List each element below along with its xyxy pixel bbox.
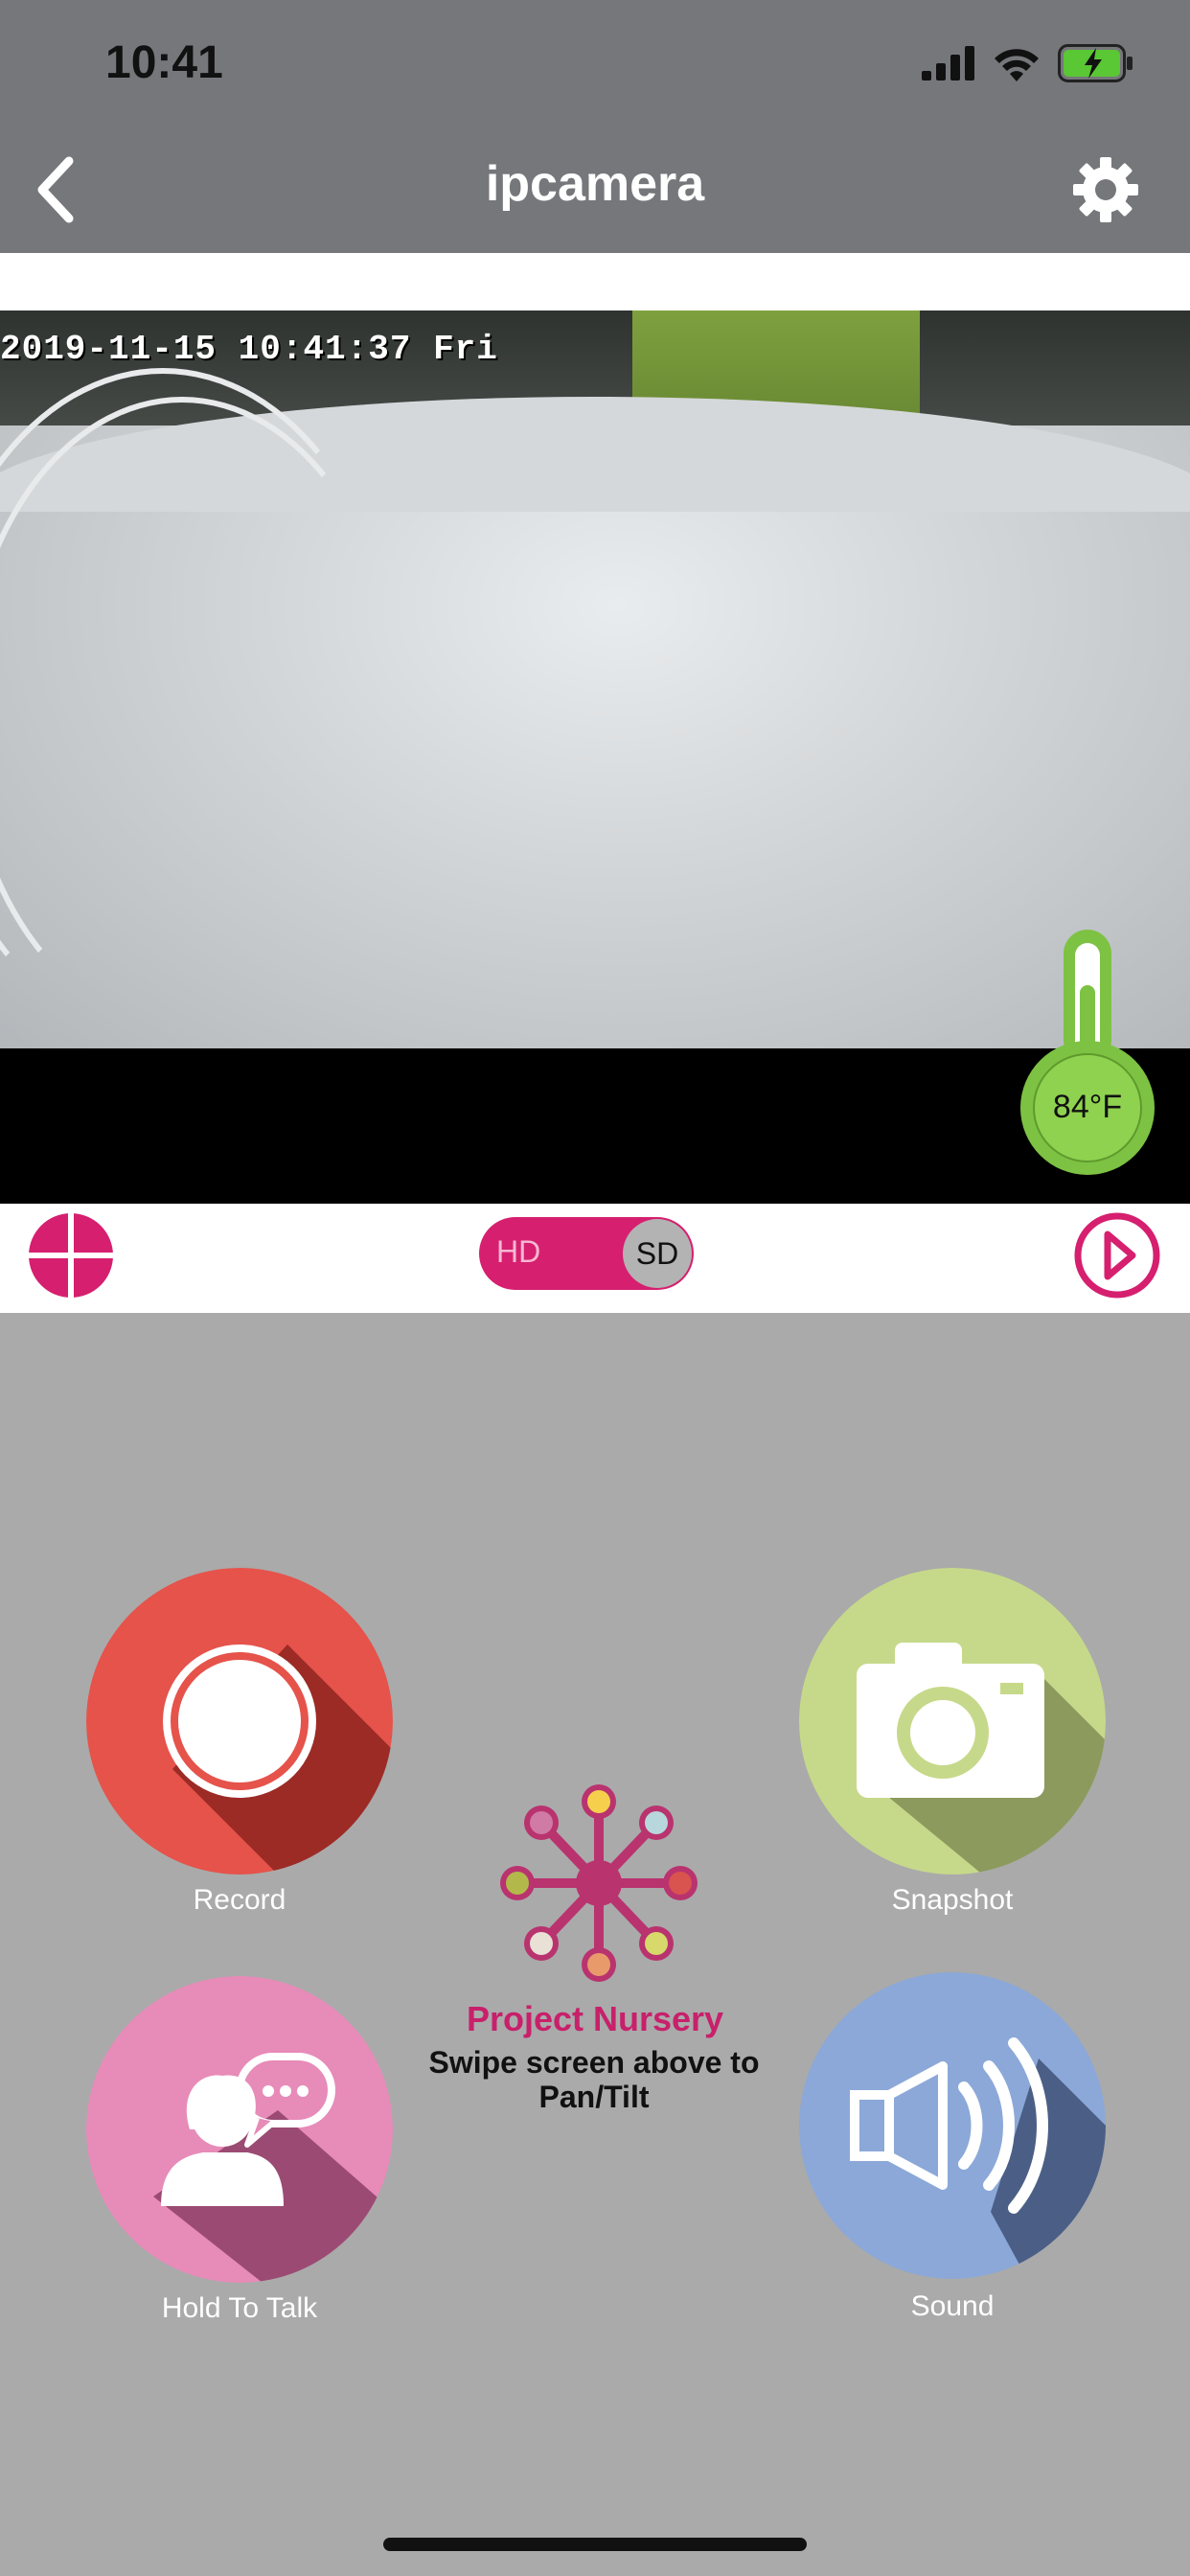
record-label: Record bbox=[193, 1884, 286, 1916]
camera-video-feed[interactable]: 2019-11-15 10:41:37 Fri bbox=[0, 310, 1190, 1048]
hd-sd-toggle[interactable]: HD SD bbox=[479, 1217, 694, 1290]
battery-charging-icon bbox=[1058, 44, 1133, 82]
crosshair-icon[interactable] bbox=[27, 1208, 115, 1303]
home-indicator[interactable] bbox=[383, 2538, 807, 2551]
temperature-label: 84°F bbox=[1052, 1089, 1123, 1125]
camera-icon bbox=[799, 1568, 1106, 1874]
pan-tilt-hint: Swipe screen above to Pan/Tilt bbox=[428, 2045, 760, 2114]
thermometer-icon bbox=[1020, 930, 1155, 1175]
top-bar: 10:41 ipcamera bbox=[0, 0, 1190, 253]
page-title: ipcamera bbox=[485, 156, 705, 212]
hd-label: HD bbox=[496, 1234, 541, 1269]
hold-to-talk-label: Hold To Talk bbox=[161, 2292, 318, 2324]
project-nursery-logo bbox=[500, 1784, 698, 1982]
snapshot-label: Snapshot bbox=[891, 1884, 1014, 1916]
sound-label: Sound bbox=[910, 2290, 995, 2322]
video-letterbox bbox=[0, 1048, 1190, 1204]
signal-icon bbox=[922, 46, 974, 80]
gear-icon[interactable] bbox=[1071, 155, 1140, 224]
record-icon bbox=[86, 1568, 393, 1874]
brand-name: Project Nursery bbox=[466, 1999, 724, 2038]
video-timestamp: 2019-11-15 10:41:37 Fri bbox=[0, 330, 498, 369]
status-icons bbox=[922, 42, 1134, 84]
sd-label: SD bbox=[635, 1236, 679, 1271]
record-button[interactable] bbox=[86, 1568, 393, 1874]
snapshot-button[interactable] bbox=[799, 1568, 1106, 1874]
wifi-icon bbox=[995, 49, 1039, 81]
toggle-knob: SD bbox=[623, 1219, 692, 1288]
play-icon[interactable] bbox=[1073, 1208, 1161, 1303]
video-top-spacer bbox=[0, 253, 1190, 310]
camera-screen: 10:41 ipcamera 2019-11-15 10:41:37 Fri 8… bbox=[0, 0, 1190, 2576]
status-time: 10:41 bbox=[105, 37, 223, 88]
